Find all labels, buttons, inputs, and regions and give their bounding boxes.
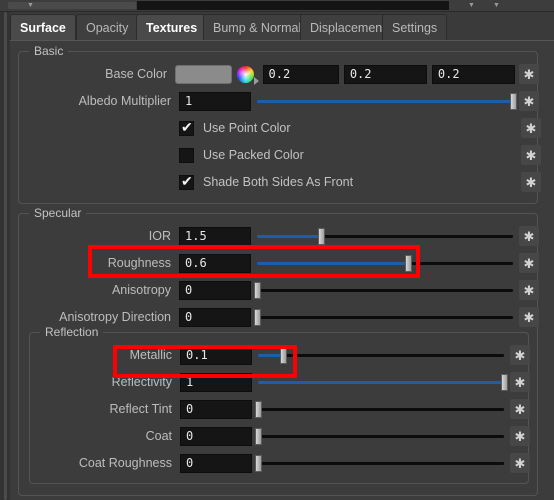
gear-icon[interactable]: ✱ (521, 145, 541, 165)
base-color-b-field[interactable]: 0.2 (431, 64, 515, 84)
chevron-down-icon[interactable]: ▼ (467, 2, 476, 9)
checkbox-use-point-color[interactable]: Use Point Color (179, 116, 539, 140)
ior-field[interactable]: 1.5 (179, 226, 251, 246)
chevron-down-icon[interactable]: ▼ (492, 2, 501, 9)
scrollbar-thumb[interactable] (4, 12, 7, 500)
surface-tab-content: Basic Base Color 0.2 0.2 0.2 ✱ Albedo Mu… (10, 40, 554, 500)
tab-bar: Surface Opacity Textures Bump & Normals … (10, 14, 448, 40)
slider-handle[interactable] (255, 400, 262, 418)
row-reflect-tint: Reflect Tint 0 ✱ (30, 397, 530, 421)
checkbox-box[interactable] (179, 119, 194, 136)
coat-slider[interactable] (255, 427, 504, 446)
slider-handle[interactable] (255, 427, 262, 445)
gear-icon[interactable]: ✱ (519, 91, 539, 111)
slider-handle[interactable] (279, 346, 287, 364)
gear-icon[interactable]: ✱ (519, 280, 539, 300)
gear-icon[interactable]: ✱ (510, 345, 530, 365)
tab-settings[interactable]: Settings (382, 14, 448, 40)
group-basic-label: Basic (29, 44, 69, 58)
slider-handle[interactable] (254, 281, 261, 299)
reflect-tint-field[interactable]: 0 (180, 399, 252, 419)
gear-icon[interactable]: ✱ (519, 64, 539, 84)
base-color-swatch[interactable] (175, 64, 232, 84)
albedo-multiplier-label: Albedo Multiplier (78, 94, 171, 108)
gear-icon[interactable]: ✱ (510, 453, 530, 473)
roughness-label: Roughness (107, 256, 171, 270)
group-specular-label: Specular (29, 206, 87, 220)
roughness-slider[interactable] (257, 254, 513, 273)
base-color-r-field[interactable]: 0.2 (262, 64, 339, 84)
row-albedo-multiplier: Albedo Multiplier 1 ✱ (19, 89, 539, 113)
albedo-multiplier-slider[interactable] (257, 92, 517, 111)
metallic-slider[interactable] (258, 346, 504, 365)
gear-icon[interactable]: ✱ (519, 253, 539, 273)
group-basic: Basic Base Color 0.2 0.2 0.2 ✱ Albedo Mu… (18, 44, 541, 204)
checkbox-label: Use Packed Color (203, 148, 304, 162)
slider-handle[interactable] (405, 254, 413, 272)
row-base-color: Base Color 0.2 0.2 0.2 ✱ (19, 62, 539, 86)
row-reflectivity: Reflectivity 1 ✱ (30, 370, 530, 394)
group-reflection: Reflection Metallic 0.1 ✱ Reflectivity 1 (29, 325, 530, 484)
anisotropy-direction-label: Anisotropy Direction (59, 310, 171, 324)
chevron-down-icon[interactable]: ▼ (26, 2, 35, 9)
slider-handle[interactable] (510, 92, 517, 110)
color-wheel-icon[interactable] (236, 65, 259, 85)
base-color-label: Base Color (105, 67, 168, 81)
ior-slider[interactable] (257, 227, 513, 246)
gear-icon[interactable]: ✱ (510, 426, 530, 446)
coat-label: Coat (145, 429, 172, 443)
metallic-field[interactable]: 0.1 (180, 345, 252, 365)
material-properties-panel: ▼ ▼ ▼ Surface Opacity Textures Bump & No… (0, 0, 554, 500)
checkbox-label: Use Point Color (203, 121, 291, 135)
slider-handle[interactable] (254, 308, 261, 326)
window-top-strip: ▼ ▼ ▼ (0, 0, 554, 12)
reflectivity-slider[interactable] (258, 373, 508, 392)
checkbox-box[interactable] (179, 147, 194, 163)
tab-opacity[interactable]: Opacity (76, 14, 139, 40)
row-metallic: Metallic 0.1 ✱ (30, 343, 530, 367)
gear-icon[interactable]: ✱ (521, 118, 541, 138)
slider-handle[interactable] (501, 373, 508, 391)
coat-roughness-field[interactable]: 0 (180, 453, 252, 473)
gear-icon[interactable]: ✱ (519, 307, 539, 327)
checkbox-shade-both-sides-as-front[interactable]: Shade Both Sides As Front (179, 170, 539, 194)
coat-roughness-slider[interactable] (255, 454, 504, 473)
reflect-tint-slider[interactable] (255, 400, 504, 419)
slider-handle[interactable] (255, 454, 262, 472)
anisotropy-field[interactable]: 0 (179, 280, 251, 300)
checkbox-box[interactable] (179, 173, 194, 190)
row-ior: IOR 1.5 ✱ (19, 224, 539, 248)
anisotropy-direction-field[interactable]: 0 (179, 307, 251, 327)
row-coat: Coat 0 ✱ (30, 424, 530, 448)
checkbox-label: Shade Both Sides As Front (203, 175, 354, 189)
reflectivity-field[interactable]: 1 (180, 372, 252, 392)
base-color-g-field[interactable]: 0.2 (343, 64, 427, 84)
albedo-multiplier-field[interactable]: 1 (179, 91, 251, 111)
tab-surface[interactable]: Surface (10, 14, 76, 40)
gear-icon[interactable]: ✱ (521, 172, 541, 192)
reflectivity-label: Reflectivity (111, 375, 172, 389)
anisotropy-slider[interactable] (254, 281, 513, 300)
anisotropy-direction-slider[interactable] (254, 308, 513, 327)
row-anisotropy: Anisotropy 0 ✱ (19, 278, 539, 302)
gear-icon[interactable]: ✱ (510, 372, 530, 392)
gear-icon[interactable]: ✱ (510, 399, 530, 419)
ior-label: IOR (148, 229, 171, 243)
row-coat-roughness: Coat Roughness 0 ✱ (30, 451, 530, 475)
coat-field[interactable]: 0 (180, 426, 252, 446)
slider-handle[interactable] (318, 227, 325, 245)
tab-textures[interactable]: Textures (136, 14, 208, 40)
row-roughness: Roughness 0.6 ✱ (19, 251, 539, 275)
anisotropy-label: Anisotropy (111, 283, 171, 297)
gear-icon[interactable]: ✱ (519, 226, 539, 246)
reflect-tint-label: Reflect Tint (109, 402, 172, 416)
top-strip-dark-segment (137, 1, 449, 10)
group-reflection-label: Reflection (40, 325, 104, 339)
checkbox-use-packed-color[interactable]: Use Packed Color (179, 143, 539, 167)
panel-scrollbar[interactable] (0, 12, 10, 500)
roughness-field[interactable]: 0.6 (179, 253, 251, 273)
group-specular: Specular IOR 1.5 ✱ Roughness 0.6 ✱ Aniso… (18, 206, 539, 496)
coat-roughness-label: Coat Roughness (78, 456, 172, 470)
metallic-label: Metallic (129, 348, 172, 362)
